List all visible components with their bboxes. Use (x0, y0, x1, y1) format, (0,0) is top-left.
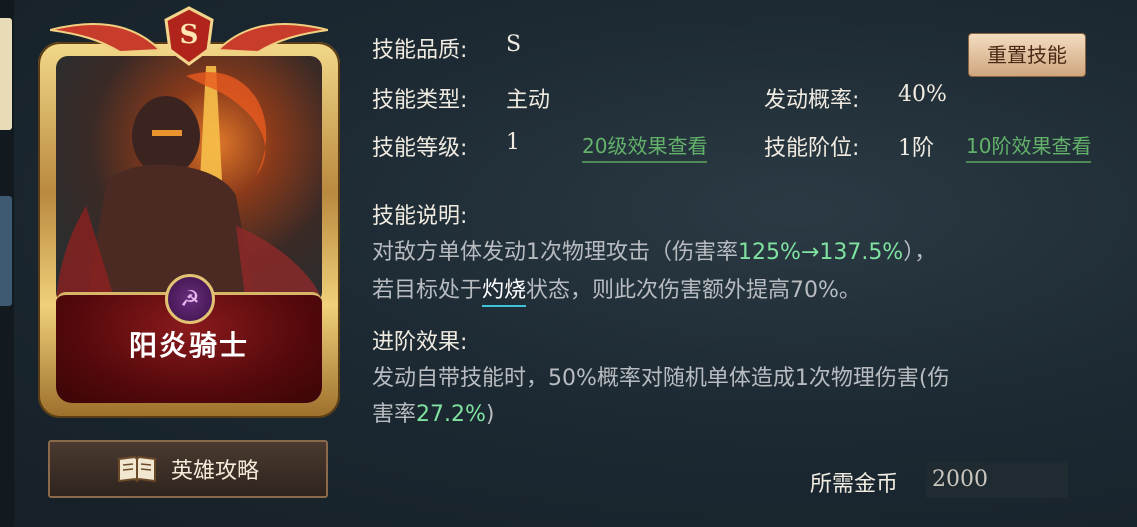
burn-keyword-link[interactable]: 灼烧 (482, 278, 527, 307)
rank-letter: S (179, 20, 199, 50)
skill-tier-value: 1阶 (898, 136, 934, 161)
advance-effect-title: 进阶效果: (372, 330, 468, 355)
side-tab-top[interactable] (0, 18, 12, 130)
hero-name: 阳炎骑士 (128, 329, 249, 362)
advance-damage-rate: 27.2% (416, 402, 486, 427)
skill-tier-label: 技能阶位: (764, 136, 860, 161)
reset-skill-button[interactable]: 重置技能 (968, 33, 1086, 77)
book-icon (117, 455, 156, 483)
required-gold-value: 2000 (926, 462, 1068, 498)
trigger-chance-value: 40% (898, 82, 947, 107)
hero-guide-label: 英雄攻略 (170, 459, 259, 484)
required-gold-label: 所需金币 (810, 472, 899, 497)
tier-10-effect-link[interactable]: 10阶效果查看 (966, 130, 1092, 163)
skill-type-label: 技能类型: (372, 88, 468, 113)
skill-type-value: 主动 (506, 88, 551, 113)
damage-rate-highlight: 125%→137.5% (738, 240, 904, 265)
hero-card: ☭ 阳炎骑士 S (38, 6, 340, 418)
hero-portrait (56, 56, 322, 304)
left-wing-ornament (50, 23, 160, 54)
advance-effect-line2: 害率27.2%) (372, 402, 495, 427)
skill-description-line1: 对敌方单体发动1次物理攻击（伤害率125%→137.5%）， (372, 240, 937, 265)
trigger-chance-label: 发动概率: (764, 88, 860, 113)
hero-guide-button[interactable]: 英雄攻略 (48, 440, 328, 498)
skill-quality-value: S (506, 32, 522, 57)
skill-description-title: 技能说明: (372, 204, 468, 229)
skill-quality-label: 技能品质: (372, 38, 468, 63)
advance-effect-line1: 发动自带技能时，50%概率对随机单体造成1次物理伤害(伤 (372, 366, 950, 391)
right-wing-ornament (218, 23, 328, 54)
level-20-effect-link[interactable]: 20级效果查看 (582, 130, 708, 163)
crossed-faction-icon: ☭ (165, 274, 215, 324)
side-tab-middle[interactable] (0, 196, 12, 306)
skill-level-value: 1 (506, 130, 520, 155)
skill-description-line2: 若目标处于灼烧状态，则此次伤害额外提高70%。 (372, 272, 861, 307)
skill-level-label: 技能等级: (372, 136, 468, 161)
